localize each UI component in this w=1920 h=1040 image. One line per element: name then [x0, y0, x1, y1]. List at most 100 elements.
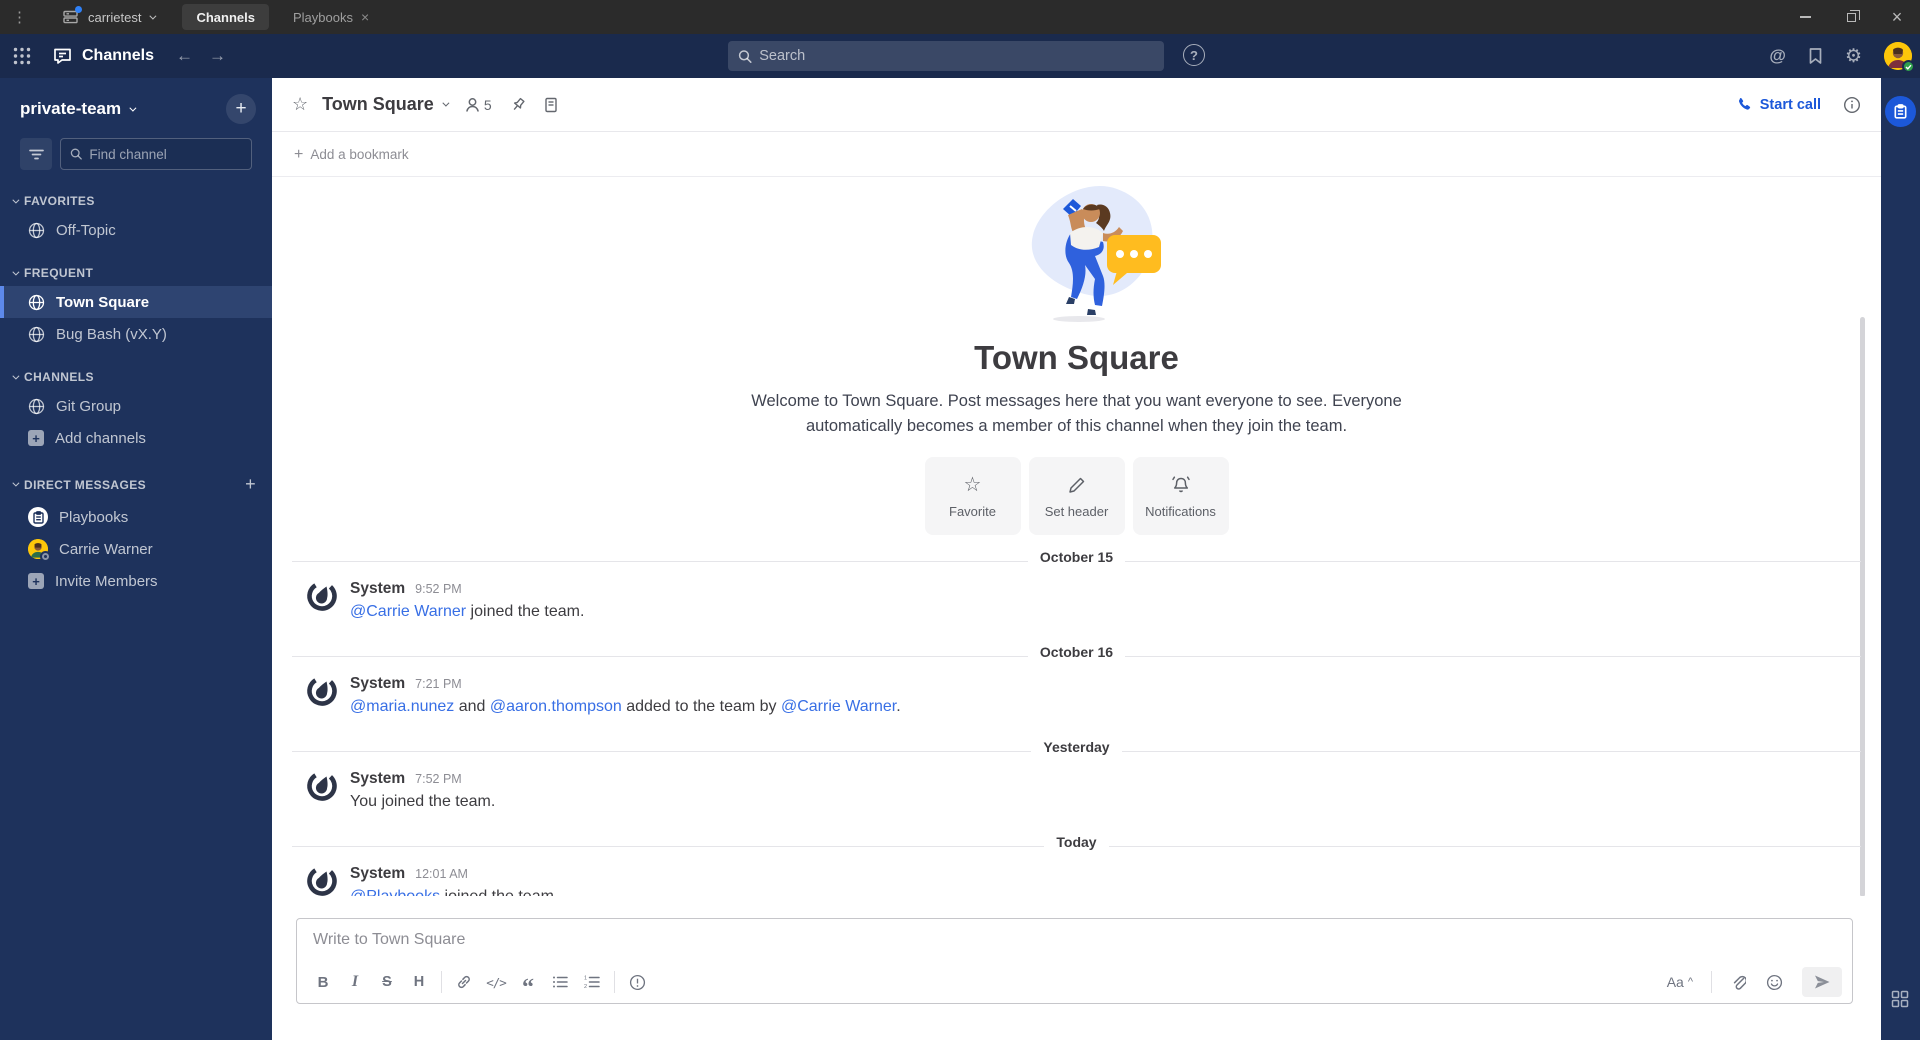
sidebar-item-playbooks-dm[interactable]: Playbooks: [0, 501, 272, 533]
help-button[interactable]: ?: [1183, 44, 1205, 66]
italic-button[interactable]: I: [339, 967, 371, 997]
tab-channels[interactable]: Channels: [182, 4, 269, 30]
channel-files-button[interactable]: [544, 97, 558, 113]
bold-button[interactable]: B: [307, 967, 339, 997]
system-post[interactable]: System 7:21 PM @maria.nunez and @aaron.t…: [272, 668, 1881, 725]
add-bookmark-label: Add a bookmark: [310, 147, 409, 162]
add-bookmark-button[interactable]: + Add a bookmark: [294, 146, 409, 164]
team-menu[interactable]: private-team: [20, 99, 137, 119]
start-call-button[interactable]: Start call: [1737, 97, 1821, 113]
channel-intro-illustration: [967, 181, 1187, 331]
app-menu-icon[interactable]: ⋮: [0, 8, 40, 26]
section-header[interactable]: DIRECT MESSAGES +: [0, 468, 272, 501]
section-header[interactable]: FREQUENT: [0, 260, 272, 286]
saved-posts-button[interactable]: [1808, 47, 1823, 65]
channel-name-menu[interactable]: Town Square: [322, 94, 450, 115]
attach-file-button[interactable]: [1722, 967, 1754, 997]
send-button[interactable]: [1802, 967, 1842, 997]
filter-icon: [28, 149, 44, 159]
system-avatar: [306, 675, 338, 707]
system-post[interactable]: System 9:52 PM @Carrie Warner joined the…: [272, 573, 1881, 630]
forward-button[interactable]: →: [209, 46, 226, 66]
set-header-button[interactable]: Set header: [1028, 457, 1125, 535]
dm-label: Invite Members: [55, 572, 158, 590]
channel-header: ☆ Town Square 5 Start call: [272, 78, 1881, 132]
pinned-posts-button[interactable]: [510, 97, 526, 113]
date-divider: October 16: [272, 644, 1881, 668]
mention-link[interactable]: @aaron.thompson: [490, 698, 622, 715]
channel-sidebar: private-team + FAVORITES Off-Topic: [0, 78, 272, 1040]
mention-link[interactable]: @Carrie Warner: [350, 603, 466, 620]
heading-button[interactable]: H: [403, 967, 435, 997]
mention-link[interactable]: @maria.nunez: [350, 698, 454, 715]
sidebar-item-carrie-warner[interactable]: Carrie Warner: [0, 533, 272, 565]
message-composer: Write to Town Square B I S H </> “ 1 2 A…: [296, 918, 1853, 1004]
bullet-list-button[interactable]: [544, 967, 576, 997]
members-button[interactable]: 5: [465, 97, 492, 113]
mattermost-logo-icon: [307, 581, 337, 611]
add-channel-button[interactable]: +: [226, 94, 256, 124]
system-avatar: [306, 770, 338, 802]
files-icon: [544, 97, 557, 112]
close-button[interactable]: ×: [1874, 0, 1920, 34]
system-post[interactable]: System 7:52 PM You joined the team.: [272, 763, 1881, 820]
sidebar-item-town-square[interactable]: Town Square: [0, 286, 272, 318]
search-input[interactable]: [759, 48, 1154, 64]
restore-icon: [1846, 9, 1860, 22]
mattermost-logo-icon: [307, 866, 337, 896]
section-direct-messages: DIRECT MESSAGES + Playbooks Carrie Warne…: [0, 468, 272, 597]
channel-label: Bug Bash (vX.Y): [56, 325, 167, 343]
add-direct-message-button[interactable]: +: [245, 474, 256, 495]
sidebar-item-add-channels[interactable]: + Add channels: [0, 422, 272, 454]
close-icon[interactable]: ×: [361, 9, 369, 25]
post-timestamp: 12:01 AM: [415, 867, 468, 881]
emoji-icon: [1766, 974, 1782, 990]
favorite-button[interactable]: ☆ Favorite: [924, 457, 1021, 535]
section-header[interactable]: CHANNELS: [0, 364, 272, 390]
sidebar-item-git-group[interactable]: Git Group: [0, 390, 272, 422]
find-channel-input[interactable]: [89, 146, 242, 162]
channel-info-button[interactable]: [1843, 96, 1861, 114]
mention-link[interactable]: @Playbooks: [350, 888, 440, 896]
minimize-button[interactable]: [1782, 0, 1828, 34]
restore-button[interactable]: [1828, 0, 1874, 34]
system-post[interactable]: System 12:01 AM @Playbooks joined the te…: [272, 858, 1881, 896]
server-icon: [62, 6, 82, 25]
priority-button[interactable]: [621, 967, 653, 997]
plus-box-icon: +: [28, 573, 44, 589]
date-label: October 16: [1027, 644, 1126, 660]
quote-button[interactable]: “: [512, 967, 544, 1000]
code-button[interactable]: </>: [480, 967, 512, 997]
find-channel-box[interactable]: [60, 138, 252, 170]
emoji-picker-button[interactable]: [1758, 967, 1790, 997]
settings-button[interactable]: ⚙: [1845, 45, 1862, 68]
date-label: October 15: [1027, 549, 1126, 565]
server-switcher[interactable]: carrietest: [40, 0, 172, 34]
mentions-button[interactable]: @: [1769, 46, 1786, 66]
post-author: System: [350, 580, 406, 597]
user-avatar[interactable]: [1884, 42, 1915, 73]
global-header: Channels ← → ? @ ⚙: [0, 34, 1920, 78]
channel-label: Off-Topic: [56, 221, 116, 239]
formatting-toggle-button[interactable]: Aa ^: [1659, 974, 1701, 990]
back-button[interactable]: ←: [176, 46, 193, 66]
strikethrough-button[interactable]: S: [371, 967, 403, 997]
notifications-button[interactable]: Notifications: [1132, 457, 1229, 535]
tab-playbooks[interactable]: Playbooks ×: [279, 4, 383, 30]
link-button[interactable]: [448, 967, 480, 997]
favorite-star-button[interactable]: ☆: [292, 94, 308, 115]
message-input[interactable]: Write to Town Square: [297, 919, 1852, 961]
playbooks-app-button[interactable]: [1885, 96, 1916, 127]
sidebar-item-off-topic[interactable]: Off-Topic: [0, 214, 272, 246]
send-icon: [1815, 975, 1830, 989]
numbered-list-button[interactable]: 1 2: [576, 967, 608, 997]
message-list[interactable]: Town Square Welcome to Town Square. Post…: [272, 177, 1881, 896]
product-switcher-button[interactable]: [0, 47, 44, 65]
global-search[interactable]: [728, 41, 1164, 71]
channel-filter-button[interactable]: [20, 138, 52, 170]
sidebar-item-bug-bash[interactable]: Bug Bash (vX.Y): [0, 318, 272, 350]
apps-grid-button[interactable]: [1891, 990, 1909, 1008]
mention-link[interactable]: @Carrie Warner: [781, 698, 896, 715]
section-header[interactable]: FAVORITES: [0, 188, 272, 214]
sidebar-item-invite-members[interactable]: + Invite Members: [0, 565, 272, 597]
